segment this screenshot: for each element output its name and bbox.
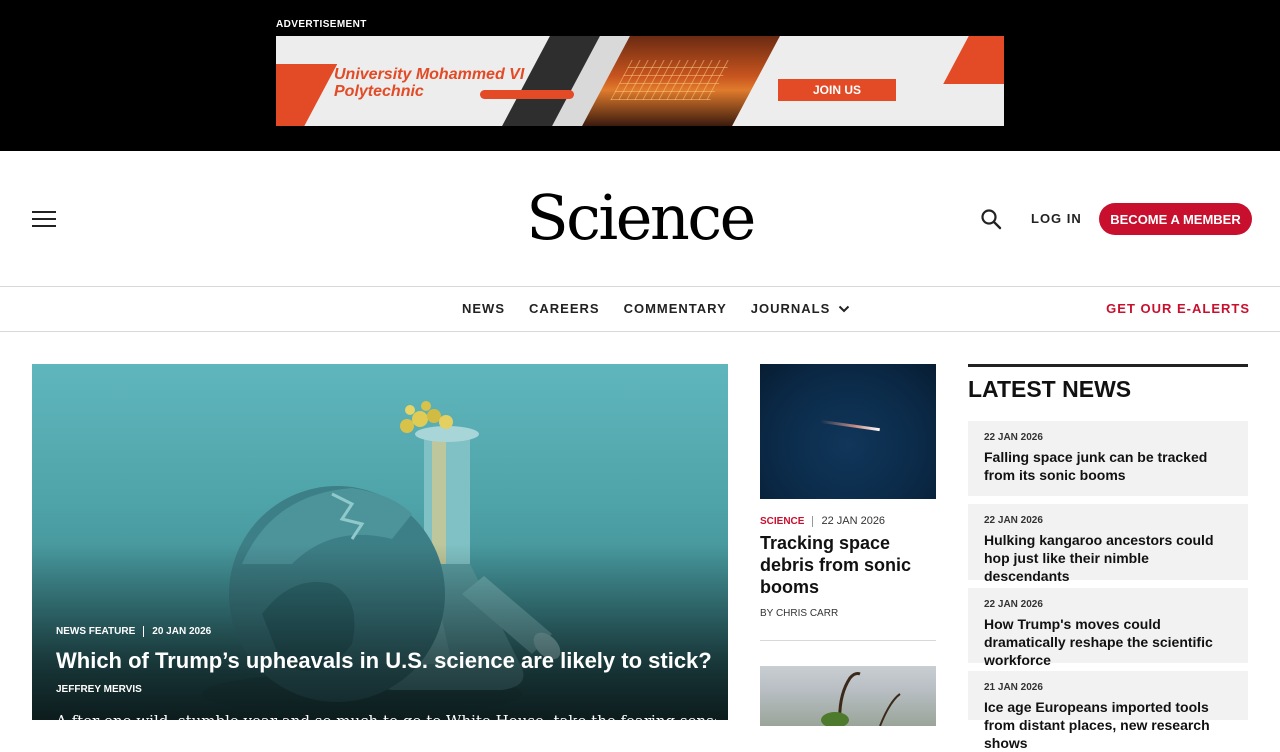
- ad-join-button[interactable]: JOIN US: [778, 79, 896, 101]
- story-meta: SCIENCE 22 JAN 2026: [760, 515, 885, 527]
- hero-section: NEWS FEATURE: [56, 626, 136, 637]
- hero-author[interactable]: JEFFREY MERVIS: [56, 684, 142, 695]
- hero-date: 20 JAN 2026: [152, 626, 212, 637]
- latest-news-date: 22 JAN 2026: [984, 515, 1043, 526]
- latest-news-date: 21 JAN 2026: [984, 682, 1043, 693]
- hero-title[interactable]: Which of Trump’s upheavals in U.S. scien…: [56, 648, 716, 674]
- login-link[interactable]: LOG IN: [1031, 211, 1082, 226]
- plant-illustration: [821, 672, 901, 726]
- latest-news-title[interactable]: Falling space junk can be tracked from i…: [984, 448, 1232, 484]
- hero-meta: NEWS FEATURE 20 JAN 2026: [56, 626, 211, 637]
- latest-news-title[interactable]: How Trump's moves could dramatically res…: [984, 615, 1232, 669]
- ad-banner[interactable]: University Mohammed VI Polytechnic JOIN …: [276, 36, 1004, 126]
- e-alerts-link[interactable]: GET OUR E-ALERTS: [1106, 301, 1250, 316]
- ad-red-corner: [943, 36, 1004, 84]
- chevron-down-icon: [839, 305, 850, 312]
- divider: [760, 640, 936, 641]
- ad-building-facade: [610, 60, 732, 100]
- ad-red-shape: [276, 64, 338, 126]
- advertisement-band: ADVERTISEMENT University Mohammed VI Pol…: [0, 0, 1280, 151]
- nav-news[interactable]: NEWS: [462, 301, 505, 316]
- ad-label: ADVERTISEMENT: [276, 19, 367, 30]
- meta-divider: [812, 515, 814, 527]
- main-nav: NEWS CAREERS COMMENTARY JOURNALS GET OUR…: [0, 287, 1280, 332]
- story-image-space-debris[interactable]: [760, 364, 936, 499]
- hero-teaser: A fter one wild, stumble year and so muc…: [56, 712, 716, 720]
- story-author: BY CHRIS CARR: [760, 608, 839, 619]
- become-member-button[interactable]: BECOME A MEMBER: [1099, 203, 1252, 235]
- latest-news-item[interactable]: 22 JAN 2026 How Trump's moves could dram…: [968, 588, 1248, 668]
- latest-news-date: 22 JAN 2026: [984, 432, 1043, 443]
- hero-story[interactable]: NEWS FEATURE 20 JAN 2026 Which of Trump’…: [32, 364, 728, 720]
- nav-careers[interactable]: CAREERS: [529, 301, 600, 316]
- story-title[interactable]: Tracking space debris from sonic booms: [760, 532, 936, 598]
- site-header: Science LOG IN BECOME A MEMBER: [0, 151, 1280, 287]
- nav-journals-label: JOURNALS: [750, 301, 831, 316]
- search-icon[interactable]: [980, 208, 1002, 230]
- latest-news-title[interactable]: Ice age Europeans imported tools from di…: [984, 698, 1232, 752]
- nav-commentary[interactable]: COMMENTARY: [624, 301, 727, 316]
- latest-news-item[interactable]: 22 JAN 2026 Hulking kangaroo ancestors c…: [968, 504, 1248, 584]
- story-section[interactable]: SCIENCE: [760, 516, 804, 527]
- latest-news-item[interactable]: 22 JAN 2026 Falling space junk can be tr…: [968, 421, 1248, 496]
- latest-news-item[interactable]: 21 JAN 2026 Ice age Europeans imported t…: [968, 671, 1248, 751]
- site-logo[interactable]: Science: [0, 181, 1280, 254]
- story-image-plant[interactable]: [760, 666, 936, 726]
- nav-journals[interactable]: JOURNALS: [751, 301, 851, 316]
- latest-news-date: 22 JAN 2026: [984, 599, 1043, 610]
- meta-divider: [143, 626, 145, 637]
- story-date: 22 JAN 2026: [821, 515, 886, 527]
- ad-title-line1: University Mohammed VI: [334, 66, 525, 83]
- latest-news-heading: LATEST NEWS: [968, 376, 1132, 402]
- ad-accent-line: [480, 90, 574, 99]
- latest-news-title[interactable]: Hulking kangaroo ancestors could hop jus…: [984, 531, 1232, 585]
- latest-news-bar: [968, 364, 1248, 367]
